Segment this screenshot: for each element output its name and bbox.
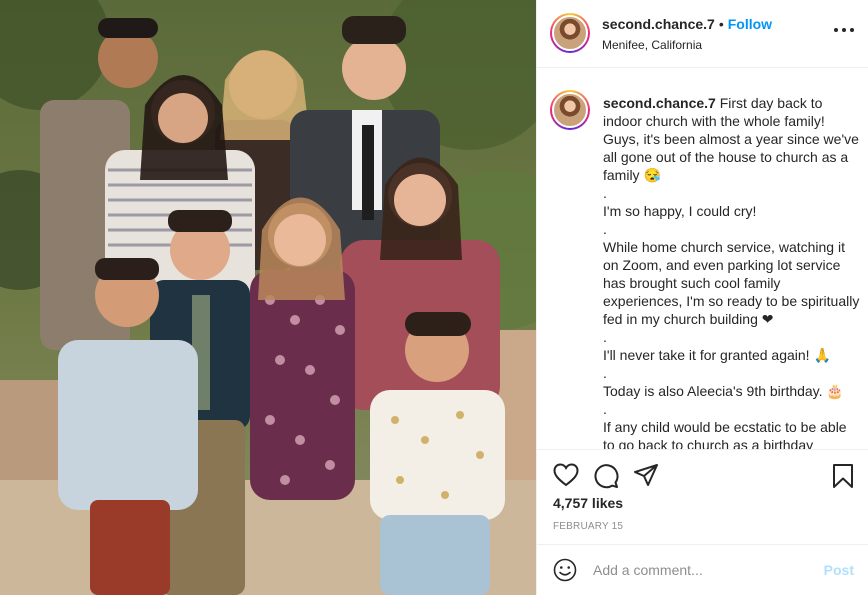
caption-line-0: second.chance.7 First day back to indoor…	[603, 94, 861, 184]
caption-line-8: Today is also Aleecia's 9th birthday. 🎂	[603, 383, 844, 399]
avatar[interactable]	[550, 13, 590, 53]
caption-avatar[interactable]	[550, 90, 590, 130]
post-detail-panel: second.chance.7 • Follow Menifee, Californ…	[536, 0, 868, 595]
caption-line-10: If any child would be ecstatic to be abl…	[603, 419, 847, 449]
caption-area[interactable]: second.chance.7 First day back to indoor…	[537, 69, 868, 449]
more-options-icon[interactable]	[834, 28, 854, 34]
post-photo[interactable]	[0, 0, 536, 595]
comment-input[interactable]	[593, 560, 813, 580]
caption-line-2: I'm so happy, I could cry!	[603, 203, 757, 219]
comment-bar: Post	[537, 544, 868, 595]
user-line: second.chance.7 • Follow	[602, 16, 772, 32]
caption: second.chance.7 First day back to indoor…	[603, 94, 861, 449]
share-icon[interactable]	[633, 463, 659, 487]
caption-line-7: .	[603, 365, 607, 381]
follow-button[interactable]: Follow	[728, 16, 772, 32]
post-date[interactable]: FEBRUARY 15	[553, 521, 623, 532]
caption-line-9: .	[603, 401, 607, 417]
caption-username-link[interactable]: second.chance.7	[603, 95, 716, 111]
post-comment-button[interactable]: Post	[824, 562, 854, 578]
post-header: second.chance.7 • Follow Menifee, Californ…	[537, 0, 868, 68]
family-photo-illustration	[0, 0, 536, 595]
location-link[interactable]: Menifee, California	[602, 38, 702, 52]
comment-icon[interactable]	[593, 463, 619, 489]
caption-line-1: .	[603, 185, 607, 201]
post-actions: 4,757 likes FEBRUARY 15	[537, 449, 868, 544]
bookmark-icon[interactable]	[832, 463, 854, 489]
caption-line-5: .	[603, 329, 607, 345]
emoji-icon[interactable]	[553, 558, 577, 582]
caption-line-6: I'll never take it for granted again! 🙏	[603, 347, 831, 363]
likes-count[interactable]: 4,757 likes	[553, 495, 623, 511]
username-link[interactable]: second.chance.7	[602, 16, 715, 32]
separator-dot: •	[718, 16, 724, 32]
caption-line-4: While home church service, watching it o…	[603, 239, 860, 327]
heart-icon[interactable]	[553, 463, 579, 487]
caption-line-3: .	[603, 221, 607, 237]
